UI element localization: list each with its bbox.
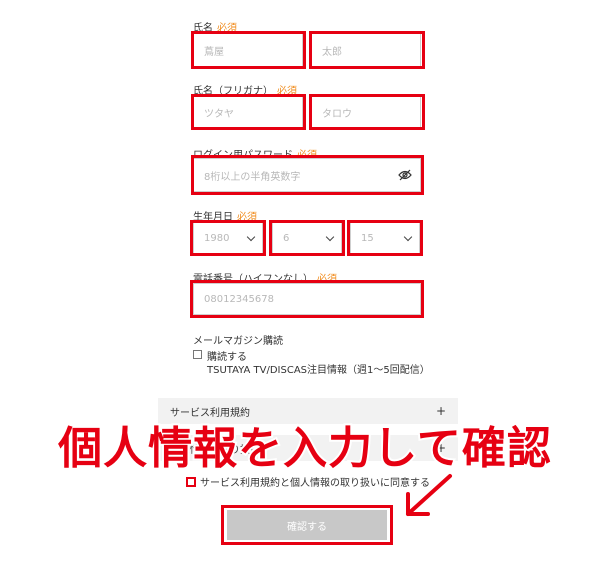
birth-year-value: 1980 — [204, 232, 230, 244]
birth-month-select[interactable]: 6 — [272, 222, 342, 254]
birth-day-select[interactable]: 15 — [350, 222, 420, 254]
arrow-icon — [404, 472, 454, 518]
birth-year-select[interactable]: 1980 — [193, 222, 263, 254]
first-name-input[interactable]: 太郎 — [311, 33, 421, 67]
first-name-kana-placeholder: タロウ — [322, 108, 352, 120]
kana-label: 氏名（フリガナ） 必須 — [193, 86, 297, 97]
chevron-down-icon — [325, 232, 335, 241]
birthday-label: 生年月日 必須 — [193, 212, 257, 223]
last-name-input[interactable]: 蔦屋 — [193, 33, 303, 67]
last-name-kana-placeholder: ツタヤ — [204, 108, 234, 120]
first-name-kana-input[interactable]: タロウ — [311, 96, 421, 128]
eye-slash-icon[interactable] — [398, 169, 412, 181]
confirm-button[interactable]: 確認する — [227, 510, 387, 540]
last-name-kana-input[interactable]: ツタヤ — [193, 96, 303, 128]
chevron-down-icon — [403, 232, 413, 241]
agree-checkbox[interactable] — [186, 477, 196, 487]
last-name-placeholder: 蔦屋 — [204, 46, 224, 58]
birth-day-value: 15 — [361, 232, 374, 244]
annotation-text: 個人情報を入力して確認 — [56, 421, 553, 476]
newsletter-checkbox[interactable] — [193, 350, 202, 359]
phone-input[interactable]: 08012345678 — [193, 283, 421, 315]
chevron-down-icon — [246, 232, 256, 241]
newsletter-option-desc: TSUTAYA TV/DISCAS注目情報（週1～5回配信） — [207, 365, 430, 376]
newsletter-label: メールマガジン購読 — [193, 336, 283, 347]
agree-label: サービス利用規約と個人情報の取り扱いに同意する — [200, 478, 430, 489]
password-input[interactable]: 8桁以上の半角英数字 — [193, 158, 421, 192]
password-placeholder: 8桁以上の半角英数字 — [204, 171, 301, 183]
name-label: 氏名 必須 — [193, 23, 237, 34]
phone-placeholder: 08012345678 — [204, 293, 274, 305]
birth-month-value: 6 — [283, 232, 290, 244]
first-name-placeholder: 太郎 — [322, 46, 342, 58]
